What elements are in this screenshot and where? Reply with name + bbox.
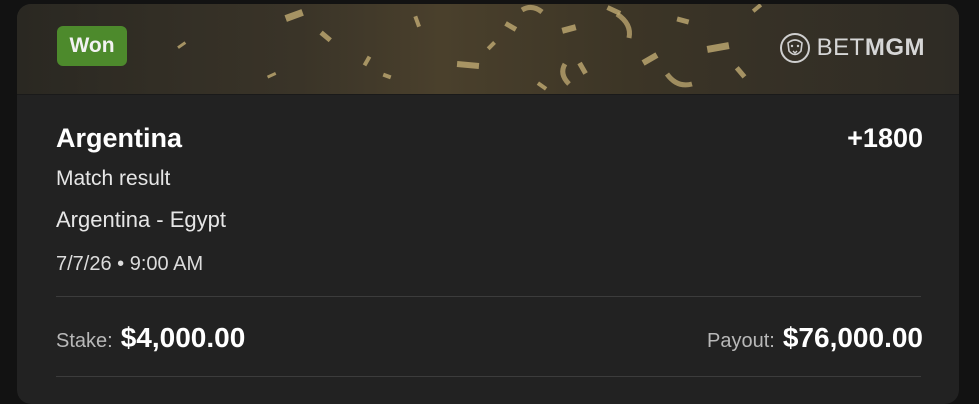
stake-row: Stake: $4,000.00 xyxy=(56,322,245,354)
event-name: Argentina - Egypt xyxy=(56,207,226,232)
selection-name: Argentina xyxy=(56,123,183,153)
bet-card: Won BETMGM Argentina +1800 Match result … xyxy=(17,4,959,404)
payout-row: Payout: $76,000.00 xyxy=(707,322,923,354)
celebration-banner: Won BETMGM xyxy=(17,4,959,94)
brand-mgm-text: MGM xyxy=(864,34,925,61)
banner-divider xyxy=(17,94,959,95)
brand-bet-text: BET xyxy=(816,34,865,61)
section-divider xyxy=(56,296,921,297)
bottom-divider xyxy=(56,376,921,377)
odds-value: +1800 xyxy=(847,123,923,153)
status-badge: Won xyxy=(57,26,127,66)
brand-name: BETMGM xyxy=(817,34,925,62)
brand-logo: BETMGM xyxy=(779,30,925,66)
event-datetime: 7/7/26 • 9:00 AM xyxy=(56,253,204,275)
stake-label: Stake: xyxy=(56,330,113,352)
stake-amount: $4,000.00 xyxy=(120,322,246,353)
lion-head-icon xyxy=(779,33,810,63)
market-type: Match result xyxy=(56,167,171,190)
payout-amount: $76,000.00 xyxy=(782,322,923,353)
payout-label: Payout: xyxy=(707,330,775,352)
